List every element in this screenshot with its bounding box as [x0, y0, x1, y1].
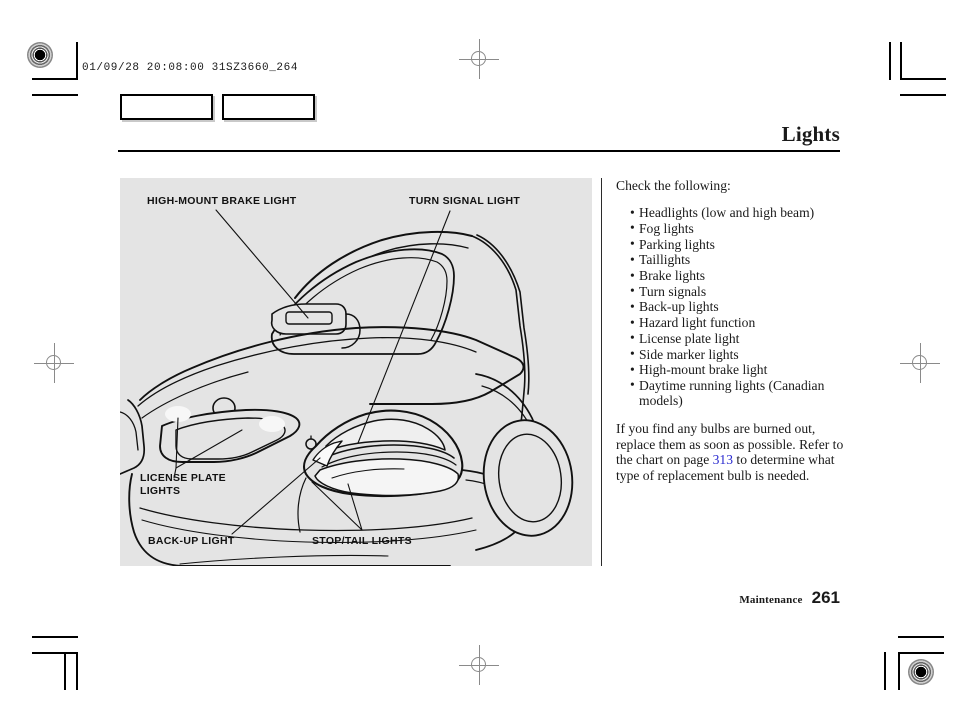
intro-text: Check the following:: [616, 178, 731, 193]
figure-label-back-up-light: BACK-UP LIGHT: [148, 535, 235, 547]
registration-bullseye-top-left: [27, 42, 53, 68]
registration-crosshair-bottom-center: [459, 645, 499, 685]
body-text-column: Check the following: Headlights (low and…: [616, 178, 844, 483]
list-item: Brake lights: [630, 268, 844, 284]
crop-mark-bottom-left-horizontal-2: [32, 652, 78, 654]
list-item: Taillights: [630, 252, 844, 268]
figure-label-high-mount-brake-light: HIGH-MOUNT BRAKE LIGHT: [147, 195, 297, 207]
list-item: Parking lights: [630, 236, 844, 252]
registration-bullseye-bottom-right: [908, 659, 934, 685]
crop-mark-top-right-vertical: [889, 42, 891, 80]
crop-mark-bottom-left-vertical: [76, 652, 78, 690]
figure-label-turn-signal-light: TURN SIGNAL LIGHT: [409, 195, 521, 207]
list-item: Back-up lights: [630, 299, 844, 315]
closing-paragraph: If you find any bulbs are burned out, re…: [616, 421, 844, 483]
check-list: Headlights (low and high beam) Fog light…: [616, 205, 844, 408]
crop-mark-top-left-vertical: [76, 42, 78, 80]
list-item: Side marker lights: [630, 346, 844, 362]
figure-panel: HIGH-MOUNT BRAKE LIGHT TURN SIGNAL LIGHT…: [120, 178, 592, 566]
crop-mark-bottom-left-corner-vertical: [64, 652, 66, 690]
crop-mark-bottom-left-horizontal: [32, 636, 78, 638]
crop-mark-top-right-horizontal-2: [900, 94, 946, 96]
crop-mark-top-right-corner-vertical: [900, 42, 902, 80]
crop-mark-bottom-right-vertical: [884, 652, 886, 690]
figure-label-license-plate-lights: LICENSE PLATE LIGHTS: [140, 472, 226, 497]
page-footer: Maintenance 261: [739, 588, 840, 608]
footer-page-number: 261: [811, 588, 840, 607]
car-rear-illustration: [120, 209, 574, 566]
title-rule: [118, 150, 840, 152]
column-divider: [601, 178, 602, 566]
list-item: Daytime running lights (Canadian models): [630, 377, 844, 408]
crop-mark-bottom-right-horizontal: [898, 636, 944, 638]
registration-crosshair-right-middle: [900, 343, 940, 383]
crop-mark-top-left-horizontal-2: [32, 94, 78, 96]
list-item: Fog lights: [630, 220, 844, 236]
registration-crosshair-left-middle: [34, 343, 74, 383]
crop-mark-top-left-horizontal: [32, 78, 78, 80]
list-item: Turn signals: [630, 283, 844, 299]
registration-crosshair-top-center: [459, 39, 499, 79]
header-box-right: [222, 94, 315, 120]
header-box-left: [120, 94, 213, 120]
list-item: Headlights (low and high beam): [630, 205, 844, 221]
page-title: Lights: [781, 122, 840, 146]
list-item: Hazard light function: [630, 315, 844, 331]
crop-mark-bottom-right-corner-horizontal: [898, 652, 944, 654]
crop-mark-bottom-right-corner-vertical: [898, 652, 900, 690]
crop-mark-top-right-horizontal: [900, 78, 946, 80]
print-slug: 01/09/28 20:08:00 31SZ3660_264: [82, 62, 299, 74]
list-item: License plate light: [630, 330, 844, 346]
figure-label-stop-tail-lights: STOP/TAIL LIGHTS: [312, 535, 412, 547]
list-item: High-mount brake light: [630, 362, 844, 378]
footer-section-name: Maintenance: [739, 594, 803, 606]
page-cross-reference-link[interactable]: 313: [713, 452, 733, 467]
